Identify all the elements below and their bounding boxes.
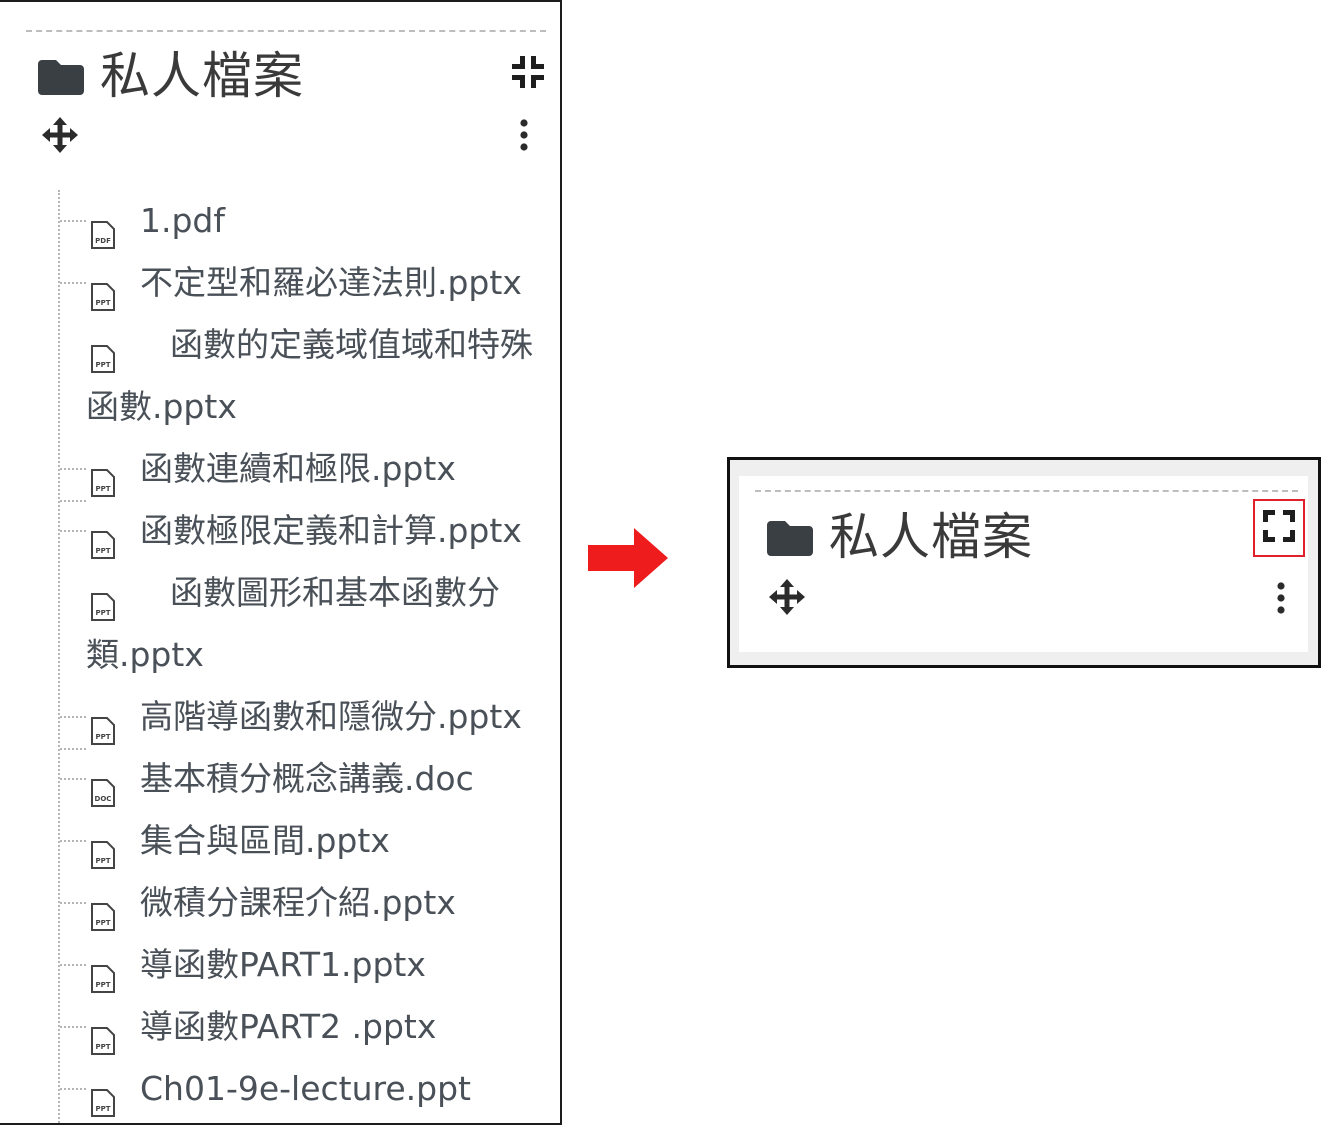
file-name: 導函數PART2 .pptx	[140, 1007, 437, 1046]
file-name: 函數的定義域值域和特殊函數.pptx	[86, 325, 533, 426]
file-name: Ch01-9e-lecture.ppt	[140, 1069, 471, 1108]
svg-text:PDF: PDF	[95, 237, 111, 245]
svg-text:PPT: PPT	[95, 485, 110, 493]
file-item[interactable]: PPT 函數圖形和基本函數分類.pptx	[56, 562, 546, 750]
block-divider	[755, 490, 1298, 492]
folder-icon	[767, 517, 813, 557]
file-name: 基本積分概念講義.doc	[140, 759, 474, 798]
file-item[interactable]: PPT 函數的定義域值域和特殊函數.pptx	[56, 314, 546, 502]
svg-text:PPT: PPT	[95, 857, 110, 865]
right-arrow-icon	[588, 528, 670, 592]
ppt-file-icon: PPT	[90, 332, 116, 394]
file-item[interactable]: PPT 導函數PART1.pptx	[56, 934, 546, 996]
kebab-menu-icon[interactable]	[519, 119, 529, 155]
file-name: 不定型和羅必達法則.pptx	[140, 263, 522, 302]
block-card: 私人檔案	[739, 476, 1308, 652]
move-icon[interactable]	[769, 579, 805, 619]
file-item[interactable]: PPT 函數連續和極限.pptx	[56, 438, 546, 500]
block-title: 私人檔案	[829, 508, 1033, 566]
block-header: 私人檔案	[38, 44, 304, 108]
block-divider	[26, 30, 546, 32]
svg-text:PPT: PPT	[95, 919, 110, 927]
ppt-file-icon: PPT	[90, 1076, 116, 1123]
file-name: 1.pdf	[140, 201, 225, 240]
ppt-file-icon: PPT	[90, 580, 116, 642]
file-item[interactable]: PPT 集合與區間.pptx	[56, 810, 546, 872]
file-name: 函數連續和極限.pptx	[140, 449, 456, 488]
file-item[interactable]: PPT 不定型和羅必達法則.pptx	[56, 252, 546, 314]
svg-text:PPT: PPT	[95, 1105, 110, 1113]
compress-icon[interactable]	[510, 54, 546, 94]
svg-text:PPT: PPT	[95, 609, 110, 617]
file-item[interactable]: PPT 微積分課程介紹.pptx	[56, 872, 546, 934]
move-icon[interactable]	[42, 117, 78, 157]
file-item[interactable]: PDF 1.pdf	[56, 190, 546, 252]
collapsed-private-files-block: 私人檔案	[727, 457, 1321, 668]
svg-text:PPT: PPT	[95, 361, 110, 369]
expanded-private-files-block: 私人檔案 PDF 1.pdf PPT 不定型和羅必達法則.pptx PPT 函數…	[0, 0, 562, 1125]
kebab-menu-icon[interactable]	[1276, 582, 1286, 618]
file-tree: PDF 1.pdf PPT 不定型和羅必達法則.pptx PPT 函數的定義域值…	[56, 190, 546, 1123]
block-title: 私人檔案	[100, 47, 304, 105]
folder-icon	[38, 56, 84, 96]
svg-text:PPT: PPT	[95, 1043, 110, 1051]
file-name: 導函數PART1.pptx	[140, 945, 426, 984]
expand-button-highlight[interactable]	[1253, 499, 1305, 557]
svg-text:PPT: PPT	[95, 733, 110, 741]
file-name: 集合與區間.pptx	[140, 821, 390, 860]
file-item[interactable]: PPT 高階導函數和隱微分.pptx	[56, 686, 546, 748]
file-name: 函數極限定義和計算.pptx	[140, 511, 522, 550]
expand-icon[interactable]	[1261, 508, 1297, 548]
file-name: 高階導函數和隱微分.pptx	[140, 697, 522, 736]
file-item[interactable]: PPT Ch01-9e-lecture.ppt	[56, 1058, 546, 1120]
file-name: 微積分課程介紹.pptx	[140, 883, 456, 922]
svg-text:DOC: DOC	[95, 795, 112, 803]
block-header: 私人檔案	[767, 506, 1033, 568]
file-item[interactable]: DOC 基本積分概念講義.doc	[56, 748, 546, 810]
svg-text:PPT: PPT	[95, 547, 110, 555]
file-name: 函數圖形和基本函數分類.pptx	[86, 573, 500, 674]
svg-text:PPT: PPT	[95, 299, 110, 307]
file-item[interactable]: PPT 函數極限定義和計算.pptx	[56, 500, 546, 562]
file-item[interactable]: PPT 導函數PART2 .pptx	[56, 996, 546, 1058]
svg-text:PPT: PPT	[95, 981, 110, 989]
